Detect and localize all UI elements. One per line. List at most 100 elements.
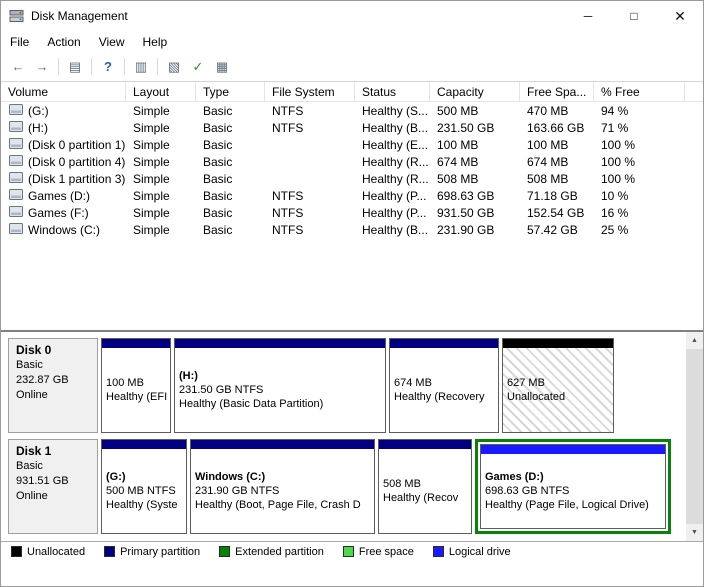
column-header-type[interactable]: Type [196,82,265,101]
volume-cell[interactable]: (G:) [1,103,126,118]
partition-recovery-disk0[interactable]: 674 MB Healthy (Recovery [389,338,499,433]
partition-status: Healthy (Basic Data Partition) [179,398,324,410]
partition-color-bar [390,339,498,348]
free-cell: 470 MB [527,103,569,118]
capacity-cell: 231.90 GB [437,222,495,237]
column-header-free-space[interactable]: Free Spa... [520,82,594,101]
free-cell: 57.42 GB [527,222,578,237]
partition-windows-c[interactable]: Windows (C:) 231.90 GB NTFS Healthy (Boo… [190,439,375,534]
column-header-pct-free[interactable]: % Free [594,82,685,101]
pct-cell: 10 % [601,188,629,203]
partition-label: (G:) [106,471,126,483]
fs-cell: NTFS [272,103,304,118]
disk-list-view-icon[interactable]: ▥ [129,56,153,78]
table-row[interactable]: Windows (C:) Simple Basic NTFS Healthy (… [1,221,703,238]
forward-icon[interactable]: → [30,56,54,78]
show-console-tree-icon[interactable]: ▤ [63,56,87,78]
graphical-view-icon[interactable]: ▦ [210,56,234,78]
vertical-scrollbar[interactable]: ▲ ▼ [686,332,703,541]
pct-cell: 100 % [601,137,636,152]
volume-label: Windows (C:) [28,222,101,237]
partition-recovery-disk1[interactable]: 508 MB Healthy (Recov [378,439,472,534]
column-header-volume[interactable]: Volume [1,82,126,101]
layout-cell: Simple [133,120,170,135]
volume-list-pane: Volume Layout Type File System Status Ca… [1,82,703,330]
status-cell: Healthy (R... [362,154,429,169]
menu-help[interactable]: Help [134,31,177,52]
volume-cell[interactable]: (Disk 0 partition 4) [1,154,126,169]
legend-primary-partition: Primary partition [104,546,200,558]
menu-bar: File Action View Help [1,31,703,52]
volume-label: (H:) [28,120,48,135]
pct-cell: 94 % [601,103,629,118]
table-row[interactable]: (Disk 0 partition 4) Simple Basic Health… [1,153,703,170]
partition-status: Healthy (Boot, Page File, Crash D [195,499,361,511]
scrollbar-thumb[interactable] [686,349,703,524]
properties-icon[interactable]: ▧ [162,56,186,78]
scrollbar-track[interactable] [686,349,703,524]
legend-logical-drive: Logical drive [432,546,511,558]
pct-cell: 16 % [601,205,629,220]
partition-status: Healthy (Syste [106,499,178,511]
disk-1-header[interactable]: Disk 1 Basic 931.51 GB Online [8,439,98,534]
window-title: Disk Management [31,9,128,23]
minimize-button[interactable]: ─ [565,1,611,31]
maximize-button[interactable]: □ [611,1,657,31]
volume-cell[interactable]: Games (D:) [1,188,126,203]
column-header-capacity[interactable]: Capacity [430,82,520,101]
volume-icon [9,120,23,135]
disk-0-header[interactable]: Disk 0 Basic 232.87 GB Online [8,338,98,433]
volume-cell[interactable]: (H:) [1,120,126,135]
fs-cell: NTFS [272,222,304,237]
type-cell: Basic [203,205,233,220]
status-cell: Healthy (P... [362,205,427,220]
menu-file[interactable]: File [1,31,38,52]
capacity-cell: 100 MB [437,137,479,152]
table-row[interactable]: (Disk 0 partition 1) Simple Basic Health… [1,136,703,153]
capacity-cell: 674 MB [437,154,479,169]
disk-status: Online [16,389,48,401]
unallocated-space[interactable]: 627 MB Unallocated [502,338,614,433]
volume-label: (Disk 1 partition 3) [28,171,126,186]
menu-view[interactable]: View [90,31,134,52]
column-header-file-system[interactable]: File System [265,82,355,101]
type-cell: Basic [203,120,233,135]
volume-label: (Disk 0 partition 1) [28,137,126,152]
status-cell: Healthy (B... [362,222,429,237]
partition-h[interactable]: (H:) 231.50 GB NTFS Healthy (Basic Data … [174,338,386,433]
scroll-up-icon[interactable]: ▲ [686,332,703,349]
partition-g[interactable]: (G:) 500 MB NTFS Healthy (Syste [101,439,187,534]
partition-games-d[interactable]: Games (D:) 698.63 GB NTFS Healthy (Page … [480,444,666,529]
table-row[interactable]: Games (F:) Simple Basic NTFS Healthy (P.… [1,204,703,221]
help-icon[interactable]: ? [96,56,120,78]
volume-icon [9,137,23,152]
volume-cell[interactable]: (Disk 1 partition 3) [1,171,126,186]
volume-icon [9,205,23,220]
table-row[interactable]: (H:) Simple Basic NTFS Healthy (B... 231… [1,119,703,136]
partition-efi[interactable]: 100 MB Healthy (EFI [101,338,171,433]
scroll-down-icon[interactable]: ▼ [686,524,703,541]
status-cell: Healthy (R... [362,171,429,186]
action-check-icon[interactable]: ✓ [186,56,210,78]
fs-cell: NTFS [272,188,304,203]
capacity-cell: 231.50 GB [437,120,495,135]
status-cell: Healthy (S... [362,103,429,118]
table-row[interactable]: Games (D:) Simple Basic NTFS Healthy (P.… [1,187,703,204]
volume-cell[interactable]: (Disk 0 partition 1) [1,137,126,152]
menu-action[interactable]: Action [38,31,89,52]
column-header-status[interactable]: Status [355,82,430,101]
legend-bar: Unallocated Primary partition Extended p… [1,541,703,561]
volume-cell[interactable]: Windows (C:) [1,222,126,237]
table-row[interactable]: (Disk 1 partition 3) Simple Basic Health… [1,170,703,187]
volume-label: Games (D:) [28,188,91,203]
column-header-layout[interactable]: Layout [126,82,196,101]
back-icon[interactable]: ← [6,56,30,78]
close-button[interactable]: ✕ [657,1,703,31]
volume-cell[interactable]: Games (F:) [1,205,126,220]
legend-unallocated: Unallocated [11,546,85,558]
primary-partition-swatch [104,546,116,557]
table-row[interactable]: (G:) Simple Basic NTFS Healthy (S... 500… [1,102,703,119]
partition-color-bar [175,339,385,348]
pct-cell: 71 % [601,120,629,135]
partition-size: 231.90 GB NTFS [195,485,280,497]
